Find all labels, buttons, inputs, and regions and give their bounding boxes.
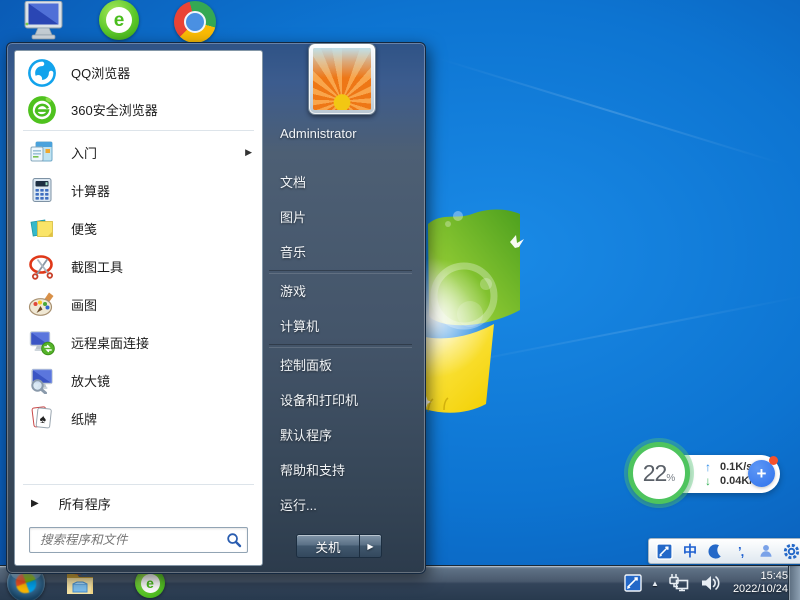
input-method-icon[interactable] [655,541,675,561]
menu-item-remote-desktop[interactable]: 远程桌面连接 [15,323,262,361]
user-avatar[interactable] [308,43,376,115]
start-menu: QQ浏览器 360安全浏览器 [6,42,426,574]
remote-desktop-icon [27,327,57,357]
menu-separator [23,484,254,485]
menu-item-solitaire[interactable]: ♠ 纸牌 [15,399,262,437]
360-browser-letter: e [141,574,160,593]
menu-item-label: 截图工具 [71,257,123,276]
show-desktop-button[interactable] [788,566,800,600]
all-programs-label: 所有程序 [59,494,111,513]
menu-item-devices-printers[interactable]: 设备和打印机 [263,383,418,418]
menu-item-computer[interactable]: 计算机 [263,309,418,344]
snipping-tool-icon [27,251,57,281]
menu-item-default-programs[interactable]: 默认程序 [263,418,418,453]
calculator-icon [27,175,57,205]
wallpaper-light-streak [438,57,783,164]
start-menu-left-panel: QQ浏览器 360安全浏览器 [14,50,263,566]
menu-item-help-support[interactable]: 帮助和支持 [263,453,418,488]
tray-input-method-icon[interactable] [624,574,642,592]
360-browser-icon [27,95,57,125]
user-dict-icon[interactable] [756,541,776,561]
menu-item-label: 放大镜 [71,371,110,390]
clock-time: 15:45 [733,570,788,583]
chrome-icon[interactable] [174,1,216,43]
menu-item-snipping-tool[interactable]: 截图工具 [15,247,262,285]
language-bar: 中 ’, [648,538,800,564]
settings-gear-icon[interactable] [781,541,800,561]
magnifier-icon [27,365,57,395]
shutdown-controls: 关机 ▶ [296,534,382,558]
net-speed-widget[interactable]: ↑ 0.1K/s ↓ 0.04K/s 22 % + [628,442,780,506]
search-box[interactable] [29,527,248,553]
system-tray: ▲ 15:45 2022/10/24 [624,566,788,600]
menu-item-qq-browser[interactable]: QQ浏览器 [15,54,262,91]
menu-item-paint[interactable]: 画图 [15,285,262,323]
volume-icon[interactable] [699,573,721,593]
solitaire-icon: ♠ [27,403,57,433]
menu-item-360-browser[interactable]: 360安全浏览器 [15,91,262,128]
qq-browser-icon [27,58,57,88]
360-browser-icon[interactable]: e [99,0,139,40]
download-arrow-icon: ↓ [702,475,714,488]
submenu-arrow-icon: ▶ [245,147,252,158]
menu-item-sticky-notes[interactable]: 便笺 [15,209,262,247]
menu-item-label: 远程桌面连接 [71,333,149,352]
menu-item-label: 计算器 [71,181,110,200]
getting-started-icon [27,137,57,167]
tray-expand-arrow[interactable]: ▲ [651,579,659,588]
tray-clock[interactable]: 15:45 2022/10/24 [733,570,788,596]
usage-percent-value: 22 [643,447,667,499]
percent-sign: % [666,453,675,505]
paint-icon [27,289,57,319]
computer-icon[interactable] [22,1,66,48]
360-browser-letter: e [106,7,132,33]
sticky-notes-icon [27,213,57,243]
network-icon[interactable] [668,573,690,593]
usage-gauge[interactable]: 22 % [628,442,690,504]
chinese-mode-indicator[interactable]: 中 [680,541,700,561]
menu-item-label: 便笺 [71,219,97,238]
all-programs-button[interactable]: ▶ 所有程序 [15,487,262,519]
upload-arrow-icon: ↑ [702,461,714,474]
search-input[interactable] [38,532,226,548]
clock-date: 2022/10/24 [733,583,788,596]
menu-item-label: 入门 [71,143,97,162]
menu-item-games[interactable]: 游戏 [263,274,418,309]
start-menu-right-panel: Administrator 文档 图片 音乐 游戏 计算机 控制面板 设备和打印… [263,50,418,566]
search-area [15,519,262,565]
menu-item-control-panel[interactable]: 控制面板 [263,348,418,383]
start-menu-pinned-list: QQ浏览器 360安全浏览器 [15,51,262,437]
shutdown-button[interactable]: 关机 [296,534,360,558]
all-programs-arrow-icon: ▶ [31,498,39,509]
menu-item-pictures[interactable]: 图片 [263,200,418,235]
avatar-flower-image [313,48,371,110]
menu-item-label: 画图 [71,295,97,314]
menu-separator [23,130,254,131]
menu-item-label: 360安全浏览器 [71,100,158,119]
menu-item-magnifier[interactable]: 放大镜 [15,361,262,399]
windows-logo-icon [14,571,37,594]
menu-item-label: QQ浏览器 [71,63,130,82]
moon-fullhalf-width-icon[interactable] [705,541,725,561]
user-name[interactable]: Administrator [263,116,418,151]
menu-item-documents[interactable]: 文档 [263,165,418,200]
menu-item-getting-started[interactable]: 入门 ▶ [15,133,262,171]
desktop-wallpaper: e QQ浏览器 [0,0,800,600]
menu-item-music[interactable]: 音乐 [263,235,418,270]
menu-item-label: 纸牌 [71,409,97,428]
shutdown-options-arrow[interactable]: ▶ [360,534,382,558]
widget-notification-dot [769,456,778,465]
menu-item-calculator[interactable]: 计算器 [15,171,262,209]
search-icon[interactable] [226,532,242,548]
menu-item-run[interactable]: 运行... [263,488,418,523]
punctuation-mode-indicator[interactable]: ’, [731,541,751,561]
